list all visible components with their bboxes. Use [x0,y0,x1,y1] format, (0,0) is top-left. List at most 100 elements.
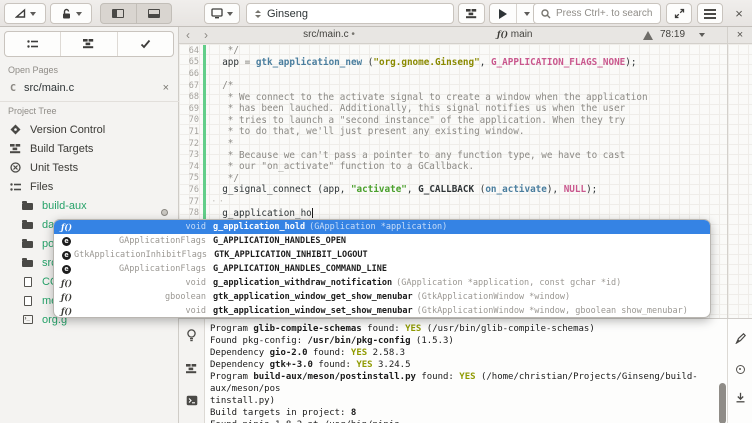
output-line: tinstall.py) [210,395,715,407]
todo-tab[interactable] [117,32,173,56]
code-line-78[interactable]: 78 g_application_ho [179,207,727,219]
code-text: * [206,138,233,149]
configuration-name: Ginseng [267,8,308,20]
save-output-button[interactable] [735,390,746,408]
flag-triangle-icon [15,8,26,19]
code-line-68[interactable]: 68 * We connect to the activate signal t… [179,91,727,103]
close-right-panel-button[interactable]: × [737,30,743,41]
current-symbol[interactable]: ƒ() main [497,29,532,40]
code-line-73[interactable]: 73 * Because we can't pass a pointer to … [179,149,727,161]
code-line-66[interactable]: 66 [179,68,727,80]
completion-row-7[interactable]: ƒ()voidgtk_application_window_set_show_m… [54,304,710,318]
fullscreen-button[interactable] [666,3,692,24]
tree-item-label: Files [30,181,53,193]
build-bricks-icon [82,39,95,49]
completion-row-1[interactable]: ƒ()voidg_application_hold(GApplication *… [54,220,710,234]
code-line-64[interactable]: 64 */ [179,45,727,57]
toggle-left-panel-button[interactable] [101,4,136,23]
code-line-75[interactable]: 75 */ [179,173,727,185]
completion-row-4[interactable]: eGApplicationFlagsG_APPLICATION_HANDLES_… [54,262,710,276]
close-icon: × [735,7,743,20]
function-icon: ƒ() [59,278,74,288]
global-search-input[interactable]: Press Ctrl+. to search [533,3,661,24]
download-icon [735,392,746,403]
run-button[interactable] [490,4,517,23]
code-line-70[interactable]: 70 * tries to launch a "second instance"… [179,115,727,127]
output-line: Dependency gtk+-3.0 found: YES 3.24.5 [210,359,715,371]
build-output[interactable]: Program glib-compile-schemas found: YES … [210,323,715,423]
line-number: 65 [179,57,203,67]
checkmark-icon [140,39,151,49]
chevron-down-icon [524,12,530,16]
code-text: * Because we can't pass a pointer to any… [206,150,625,161]
code-line-77[interactable]: 77·· [179,196,727,208]
build-profile-button[interactable] [4,3,46,24]
tree-file-buildaux[interactable]: build-aux [0,196,179,215]
file-label: build-aux [42,200,87,212]
sidebar-item-files[interactable]: Files [0,177,179,196]
build-target-button[interactable] [458,3,485,24]
open-pages-tab[interactable] [5,32,60,56]
divider [0,101,179,102]
spinner-arrows-icon[interactable] [255,10,261,18]
completion-name: GTK_APPLICATION_INHIBIT_LOGOUT [214,250,368,260]
code-line-65[interactable]: 65 app = gtk_application_new ("org.gnome… [179,57,727,69]
completion-row-6[interactable]: ƒ()gbooleangtk_application_window_get_sh… [54,290,710,304]
open-page-row[interactable]: C src/main.c × [0,77,179,99]
completion-row-5[interactable]: ƒ()voidg_application_withdraw_notificati… [54,276,710,290]
output-line: Dependency gio-2.0 found: YES 2.58.3 [210,347,715,359]
panel-toggle-group [100,3,172,24]
open-file-title[interactable]: src/main.c • [264,29,394,40]
build-output-tab[interactable] [185,361,198,379]
code-line-72[interactable]: 72 * [179,138,727,150]
line-number: 67 [179,81,203,91]
warning-icon[interactable] [643,31,653,40]
pen-icon [735,333,746,344]
code-line-74[interactable]: 74 * our "on_activate" function to a GCa… [179,161,727,173]
run-split-button [489,3,538,24]
tree-item-label: Build Targets [30,143,93,155]
credentials-button[interactable] [50,3,92,24]
chevron-down-icon [30,12,36,16]
window-close-button[interactable]: × [727,3,751,24]
open-page-name: src/main.c [24,82,74,94]
device-selector-button[interactable] [204,3,240,24]
line-number: 72 [179,139,203,149]
code-line-71[interactable]: 71 * to do that, we'll just present any … [179,126,727,138]
file-icon [21,277,34,287]
completion-row-3[interactable]: eGtkApplicationInhibitFlagsGTK_APPLICATI… [54,248,710,262]
code-line-67[interactable]: 67 /* [179,80,727,92]
toggle-bottom-panel-button[interactable] [136,4,172,23]
code-line-69[interactable]: 69 * has been lauched. Additionally, thi… [179,103,727,115]
folder-icon [21,258,34,267]
completion-row-2[interactable]: eGApplicationFlagsG_APPLICATION_HANDLES_… [54,234,710,248]
titlebar: Ginseng Press Ctrl+. to search × [0,0,752,27]
output-line: Program build-aux/meson/postinstall.py f… [210,371,715,395]
nav-back-button[interactable]: ‹ [186,27,190,43]
close-page-icon[interactable]: × [163,82,169,94]
code-text: app = gtk_application_new ("org.gnome.Gi… [206,57,636,68]
code-text: * to do that, we'll just present any exi… [206,126,524,137]
messages-tab[interactable] [186,329,197,347]
configuration-entry[interactable]: Ginseng [246,3,454,24]
terminal-tab[interactable] [186,393,198,411]
output-line: Program glib-compile-schemas found: YES … [210,323,715,335]
code-text: * has been lauched. Additionally, this s… [206,103,625,114]
clear-button[interactable] [735,331,746,349]
build-targets-tab[interactable] [60,32,116,56]
code-line-76[interactable]: 76 g_signal_connect (app, "activate", G_… [179,184,727,196]
expand-icon [674,8,685,19]
target-icon[interactable] [736,365,745,374]
menu-button[interactable] [697,3,723,24]
left-panel-icon [112,9,124,18]
scrollbar[interactable] [719,383,726,423]
return-type: void [74,306,206,316]
sidebar-item-version-control[interactable]: Version Control [0,120,179,139]
page-options-button[interactable] [699,33,705,37]
line-number: 78 [179,208,203,218]
code-text: g_signal_connect (app, "activate", G_CAL… [206,184,597,195]
search-icon [541,9,551,19]
sidebar-item-build-targets[interactable]: Build Targets [0,139,179,158]
nav-forward-button[interactable]: › [204,27,208,43]
sidebar-item-unit-tests[interactable]: Unit Tests [0,158,179,177]
